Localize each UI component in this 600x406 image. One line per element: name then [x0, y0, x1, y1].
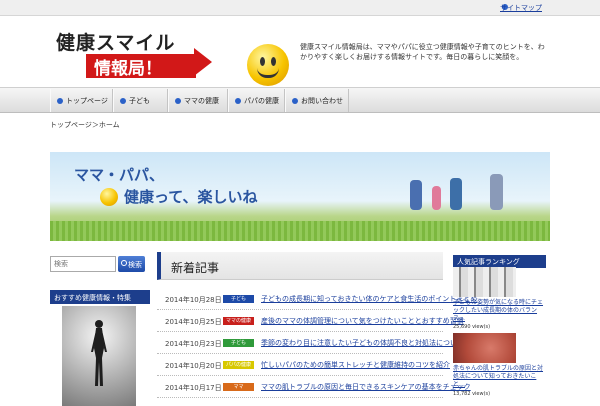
article-row: 2014年10月20日 パパの健康 忙しいパパのための簡単ストレッチと健康維持の…: [157, 354, 450, 376]
ranking-thumbnail[interactable]: [453, 267, 516, 297]
smiley-mouth: [257, 68, 279, 78]
smiley-icon: [247, 44, 289, 86]
article-title-link[interactable]: 産後のママの体調管理について気をつけたいこととおすすめ習慣: [261, 316, 464, 326]
article-date: 2014年10月20日: [165, 362, 222, 370]
woman-silhouette-icon: [91, 320, 107, 386]
ranking-view-count: 13,782 view(s): [453, 391, 491, 397]
ranking-item-link[interactable]: 赤ちゃんの肌トラブルの原因と対処法について知っておきたいこと…: [453, 365, 546, 389]
nav-item-label: 子ども: [129, 97, 150, 105]
ranking-thumbnail[interactable]: [453, 333, 516, 363]
global-nav: トップページ 子ども ママの健康 パパの健康 お問い合わせ: [0, 87, 600, 113]
breadcrumb: トップページ＞ホーム: [50, 121, 120, 129]
article-row: 2014年10月17日 ママ ママの肌トラブルの原因と毎日できるスキンケアの基本…: [157, 376, 471, 398]
nav-bullet-icon: [57, 98, 63, 104]
search-button-label: 検索: [128, 261, 142, 269]
nav-item-contact[interactable]: お問い合わせ: [285, 89, 349, 112]
logo-text-line1: 健康スマイル: [56, 32, 176, 54]
article-title-link[interactable]: 季節の変わり目に注意したい子どもの体調不良と対処法について: [261, 338, 464, 348]
hero-banner: ママ・パパ、 健康って、楽しいね: [50, 152, 550, 241]
article-category-badge[interactable]: 子ども: [223, 339, 254, 347]
banner-smiley-icon: [100, 188, 118, 206]
article-row: 2014年10月25日 ママの健康 産後のママの体調管理について気をつけたいこと…: [157, 310, 464, 332]
banner-grass: [50, 221, 550, 241]
ranking-view-count: 25,690 view(s): [453, 324, 491, 330]
search-input[interactable]: [50, 256, 116, 272]
article-category-badge[interactable]: ママ: [223, 383, 254, 391]
article-title-link[interactable]: ママの肌トラブルの原因と毎日できるスキンケアの基本をチェック: [261, 382, 471, 392]
search-button[interactable]: 検索: [118, 256, 145, 272]
nav-bullet-icon: [235, 98, 241, 104]
nav-item-kids[interactable]: 子ども: [113, 89, 168, 112]
top-bar: サイトマップ: [0, 0, 600, 16]
family-figure-child: [432, 186, 441, 210]
family-figure-mother: [450, 178, 462, 210]
nav-item-label: ママの健康: [184, 97, 219, 105]
family-figure-grandfather: [490, 174, 503, 210]
banner-text-line1: ママ・パパ、: [74, 166, 165, 184]
left-sidebar-heading: おすすめ健康情報・特集: [50, 290, 150, 304]
article-date: 2014年10月23日: [165, 340, 222, 348]
nav-item-mama[interactable]: ママの健康: [168, 89, 228, 112]
nav-item-top[interactable]: トップページ: [50, 89, 113, 112]
nav-bullet-icon: [292, 98, 298, 104]
article-row: 2014年10月28日 子ども 子どもの成長期に知っておきたい体のケアと食生活の…: [157, 288, 477, 310]
article-title-link[interactable]: 忙しいパパのための簡単ストレッチと健康維持のコツを紹介: [261, 360, 450, 370]
article-category-badge[interactable]: ママの健康: [223, 317, 254, 325]
article-title-link[interactable]: 子どもの成長期に知っておきたい体のケアと食生活のポイントまとめ: [261, 294, 477, 304]
main-heading: 新着記事: [157, 252, 443, 280]
site-header: 健康スマイル 情報局！ 健康スマイル情報局は、ママやパパに役立つ健康情報や子育て…: [0, 17, 600, 87]
article-category-badge[interactable]: 子ども: [223, 295, 254, 303]
nav-item-label: トップページ: [66, 97, 108, 105]
site-logo[interactable]: 健康スマイル 情報局！: [52, 26, 289, 86]
nav-item-label: パパの健康: [244, 97, 279, 105]
smiley-right-eye: [271, 57, 276, 66]
article-date: 2014年10月17日: [165, 384, 222, 392]
nav-item-label: お問い合わせ: [301, 97, 343, 105]
nav-bullet-icon: [175, 98, 181, 104]
nav-bullet-icon: [120, 98, 126, 104]
logo-arrow-icon: [194, 48, 212, 76]
logo-text-line2: 情報局！: [86, 54, 196, 79]
article-date: 2014年10月28日: [165, 296, 222, 304]
article-row: 2014年10月23日 子ども 季節の変わり目に注意したい子どもの体調不良と対処…: [157, 332, 464, 354]
banner-text-line2: 健康って、楽しいね: [124, 188, 258, 206]
family-figure-father: [410, 180, 422, 210]
ranking-item-link[interactable]: 子どもの姿勢が気になる時にチェックしたい成長期の体のバランス…: [453, 299, 546, 323]
smiley-left-eye: [260, 57, 265, 66]
sitemap-link[interactable]: サイトマップ: [500, 3, 542, 13]
article-date: 2014年10月25日: [165, 318, 222, 326]
site-description: 健康スマイル情報局は、ママやパパに役立つ健康情報や子育てのヒントを、わかりやすく…: [300, 43, 545, 61]
nav-item-papa[interactable]: パパの健康: [228, 89, 285, 112]
feature-image[interactable]: [62, 306, 136, 406]
article-category-badge[interactable]: パパの健康: [223, 361, 254, 369]
